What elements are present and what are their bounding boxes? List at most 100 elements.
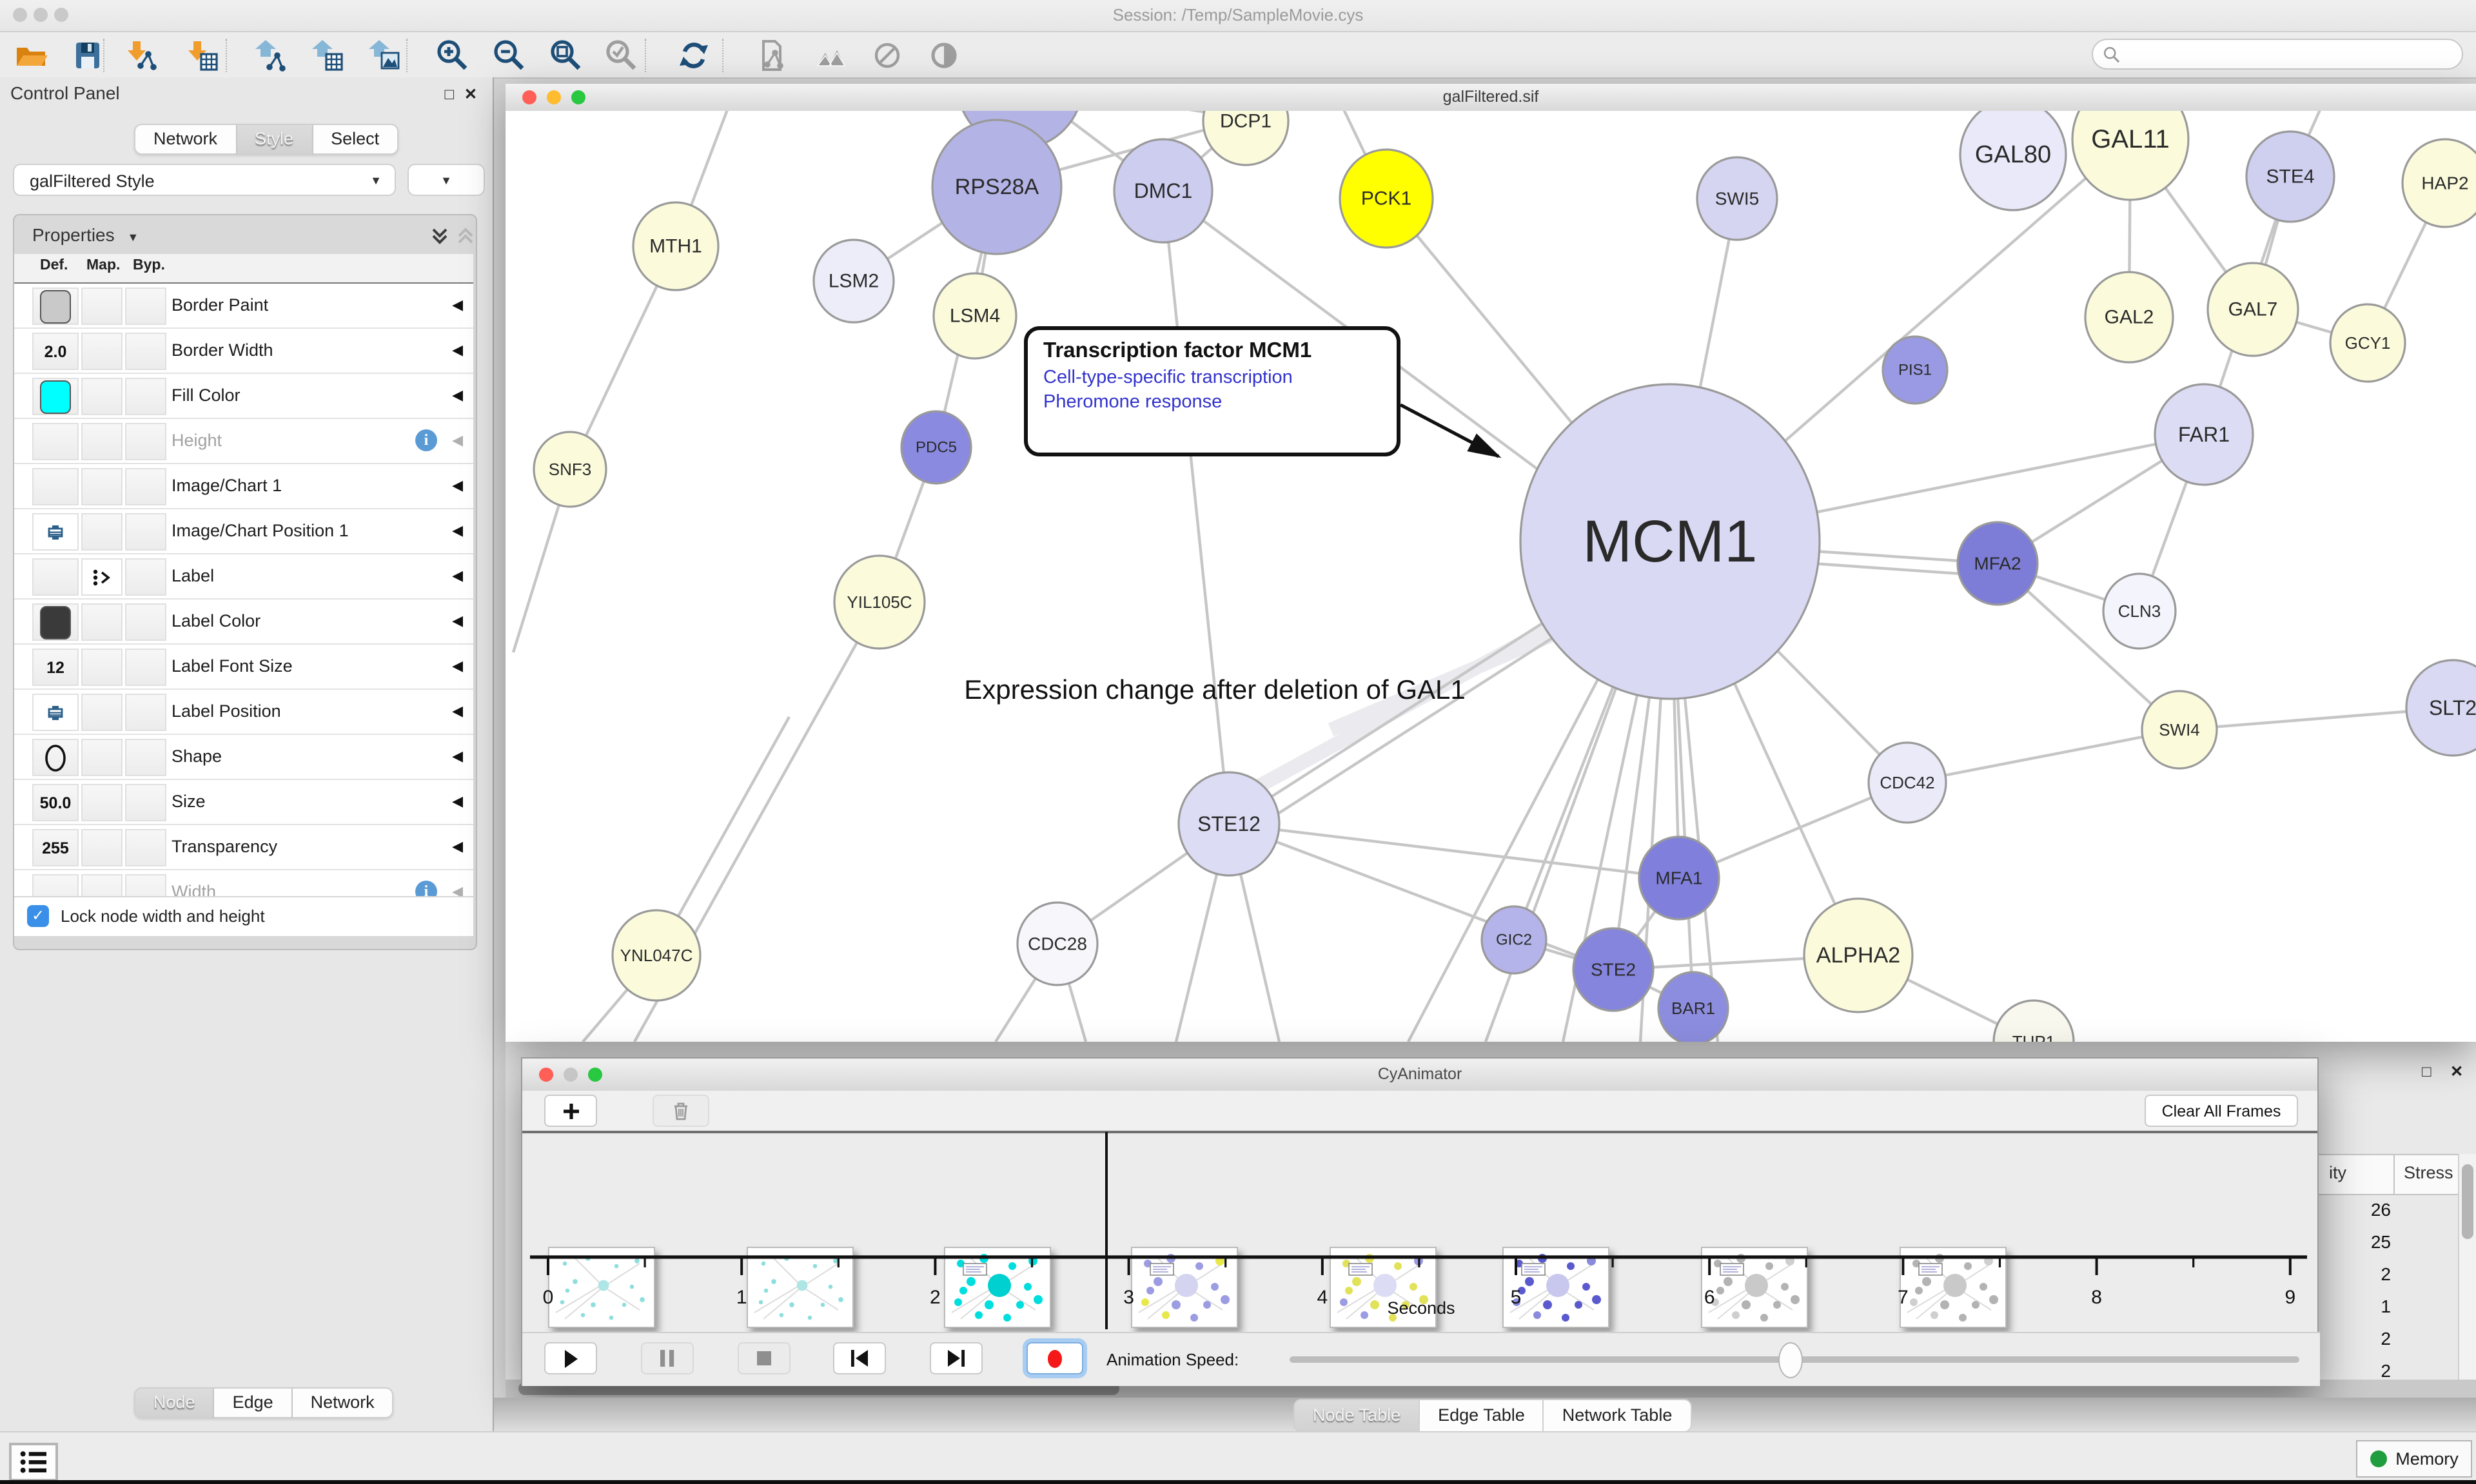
default-value-cell[interactable]: [32, 288, 79, 325]
collapse-row-icon[interactable]: ◀: [452, 464, 463, 508]
property-row-shape[interactable]: Shape◀: [14, 735, 473, 780]
default-value-cell[interactable]: [32, 603, 79, 641]
bypass-cell[interactable]: [125, 333, 166, 370]
table-cell-value[interactable]: 26: [2319, 1199, 2391, 1220]
network-node-YIL105C[interactable]: YIL105C: [834, 556, 925, 649]
default-value-cell[interactable]: [32, 874, 79, 897]
show-graphics-details-button[interactable]: [926, 37, 962, 73]
network-node-GIC2[interactable]: GIC2: [1482, 906, 1546, 973]
mapping-cell[interactable]: [81, 739, 123, 776]
tab-style[interactable]: Style: [237, 124, 313, 155]
delete-frame-button[interactable]: [653, 1095, 709, 1127]
collapse-row-icon[interactable]: ◀: [452, 870, 463, 897]
style-options-button[interactable]: ▼: [408, 164, 485, 196]
float-panel-icon[interactable]: □: [2422, 1062, 2432, 1080]
mapping-cell[interactable]: [81, 558, 123, 596]
annotation-link-1[interactable]: Cell-type-specific transcription: [1043, 367, 1381, 388]
bypass-cell[interactable]: [125, 694, 166, 731]
tab-network[interactable]: Network: [134, 124, 237, 155]
property-row-label-color[interactable]: Label Color◀: [14, 600, 473, 645]
network-node-RPS28A[interactable]: RPS28A: [932, 120, 1061, 254]
go-to-end-button[interactable]: [930, 1342, 983, 1374]
property-row-transparency[interactable]: 255Transparency◀: [14, 825, 473, 870]
default-value-cell[interactable]: [32, 378, 79, 415]
network-node-STE4[interactable]: STE4: [2246, 132, 2334, 222]
property-row-image-chart-1[interactable]: Image/Chart 1◀: [14, 464, 473, 509]
network-node-PCK1[interactable]: PCK1: [1340, 150, 1433, 248]
bypass-cell[interactable]: [125, 784, 166, 821]
stop-button[interactable]: [738, 1342, 791, 1374]
tab-node-table[interactable]: Node Table: [1293, 1399, 1420, 1432]
collapse-row-icon[interactable]: ◀: [452, 419, 463, 463]
network-node-SWI4[interactable]: SWI4: [2142, 691, 2217, 768]
network-node-CDC42[interactable]: CDC42: [1869, 743, 1946, 823]
mapping-cell[interactable]: [81, 378, 123, 415]
collapse-row-icon[interactable]: ◀: [452, 509, 463, 553]
collapse-row-icon[interactable]: ◀: [452, 645, 463, 688]
network-node-CLN3[interactable]: CLN3: [2103, 574, 2176, 649]
network-node-FAR1[interactable]: FAR1: [2155, 384, 2253, 485]
timeline-axis[interactable]: 0123456789: [522, 1239, 2320, 1342]
scrollbar-thumb[interactable]: [2462, 1164, 2473, 1239]
network-node-GAL80[interactable]: GAL80: [1960, 111, 2066, 210]
bypass-cell[interactable]: [125, 513, 166, 551]
tab-network-table[interactable]: Network Table: [1544, 1399, 1692, 1432]
bypass-cell[interactable]: [125, 423, 166, 460]
table-cell-value[interactable]: 2: [2319, 1264, 2391, 1284]
add-frame-button[interactable]: [544, 1095, 597, 1127]
default-value-cell[interactable]: 50.0: [32, 784, 79, 821]
lock-size-checkbox[interactable]: ✓: [27, 905, 49, 927]
default-value-cell[interactable]: [32, 558, 79, 596]
collapse-row-icon[interactable]: ◀: [452, 554, 463, 598]
default-value-cell[interactable]: [32, 423, 79, 460]
property-row-border-paint[interactable]: Border Paint◀: [14, 284, 473, 329]
zoom-selected-button[interactable]: [604, 37, 640, 73]
show-panels-button[interactable]: [9, 1443, 58, 1481]
export-network-button[interactable]: [253, 37, 289, 73]
network-node-GCY1[interactable]: GCY1: [2330, 304, 2405, 382]
bypass-cell[interactable]: [125, 288, 166, 325]
network-node-DCP1[interactable]: DCP1: [1203, 111, 1288, 165]
network-node-SNF3[interactable]: SNF3: [534, 432, 606, 507]
network-node-STE12[interactable]: STE12: [1179, 772, 1279, 875]
go-to-start-button[interactable]: [833, 1342, 886, 1374]
default-value-cell[interactable]: [32, 739, 79, 776]
mapping-cell[interactable]: [81, 829, 123, 866]
chevron-down-icon[interactable]: ▼: [127, 231, 139, 244]
minimize-window-icon[interactable]: [34, 8, 48, 22]
close-panel-icon[interactable]: ✕: [2450, 1062, 2463, 1080]
collapse-row-icon[interactable]: ◀: [452, 284, 463, 327]
bypass-cell[interactable]: [125, 603, 166, 641]
style-selector[interactable]: galFiltered Style ▼: [13, 164, 396, 196]
network-node-YNL047C[interactable]: YNL047C: [613, 910, 700, 1001]
property-row-label-font-size[interactable]: 12Label Font Size◀: [14, 645, 473, 690]
zoom-window-icon[interactable]: [571, 90, 585, 104]
network-node-PIS1[interactable]: PIS1: [1883, 337, 1947, 404]
default-value-cell[interactable]: 255: [32, 829, 79, 866]
table-vertical-scrollbar[interactable]: [2458, 1154, 2476, 1398]
bypass-cell[interactable]: [125, 829, 166, 866]
bypass-cell[interactable]: [125, 739, 166, 776]
hide-graphics-details-button[interactable]: [869, 37, 905, 73]
import-network-button[interactable]: [124, 37, 160, 73]
bypass-cell[interactable]: [125, 468, 166, 505]
collapse-row-icon[interactable]: ◀: [452, 600, 463, 643]
mapping-cell[interactable]: [81, 784, 123, 821]
search-field[interactable]: [2092, 39, 2463, 70]
network-node-LSM2[interactable]: LSM2: [814, 240, 894, 322]
close-panel-icon[interactable]: ✕: [464, 85, 477, 103]
mapping-cell[interactable]: [81, 874, 123, 897]
zoom-in-button[interactable]: [435, 37, 471, 73]
bypass-cell[interactable]: [125, 649, 166, 686]
table-cell-value[interactable]: 1: [2319, 1296, 2391, 1316]
default-value-cell[interactable]: 2.0: [32, 333, 79, 370]
info-icon[interactable]: i: [415, 429, 437, 451]
image-gallery-button[interactable]: [812, 37, 849, 73]
export-image-button[interactable]: [366, 37, 402, 73]
zoom-out-button[interactable]: [491, 37, 527, 73]
export-table-button[interactable]: [310, 37, 346, 73]
clone-network-button[interactable]: [753, 37, 789, 73]
network-node-BAR1[interactable]: BAR1: [1658, 972, 1728, 1042]
default-value-cell[interactable]: [32, 513, 79, 551]
zoom-fit-button[interactable]: [548, 37, 584, 73]
